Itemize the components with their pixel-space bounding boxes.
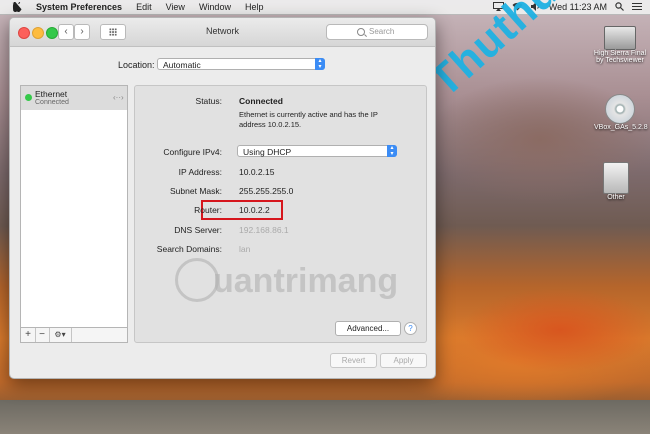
subnet-mask-value: 255.255.255.0: [239, 186, 294, 196]
status-description: Ethernet is currently active and has the…: [239, 110, 378, 129]
advanced-button[interactable]: Advanced...: [335, 321, 401, 336]
spotlight-icon[interactable]: [615, 1, 624, 13]
service-list-toolbar: + − ⚙︎▾: [20, 327, 128, 343]
watermark-quantrimang: uantrimang: [213, 262, 399, 300]
remove-service-button[interactable]: −: [35, 328, 50, 342]
app-menu[interactable]: System Preferences: [36, 2, 122, 12]
network-window: ‹ › Network Search Location: Automatic ▴…: [9, 17, 436, 379]
menu-help[interactable]: Help: [245, 2, 264, 12]
service-list: Ethernet Connected ‹··›: [20, 85, 128, 343]
hard-drive-icon: [604, 26, 636, 50]
ip-address-value: 10.0.2.15: [239, 167, 275, 177]
dvd-icon: [605, 94, 635, 124]
service-item-ethernet[interactable]: Ethernet Connected ‹··›: [21, 86, 127, 110]
dns-server-label: DNS Server:: [174, 225, 222, 235]
configure-ipv4-label: Configure IPv4:: [163, 147, 222, 157]
search-icon: [357, 28, 365, 36]
menu-view[interactable]: View: [166, 2, 185, 12]
desktop-icon-label: VBox_GAs_5.2.8: [594, 124, 648, 131]
status-label: Status:: [195, 96, 222, 106]
menu-edit[interactable]: Edit: [136, 2, 152, 12]
title-bar[interactable]: ‹ › Network Search: [10, 18, 435, 47]
notification-center-icon[interactable]: [632, 2, 642, 13]
ip-address-label: IP Address:: [178, 167, 222, 177]
search-placeholder: Search: [369, 27, 395, 36]
desktop-icon-label: High Sierra Final by Techsviewer: [593, 50, 647, 64]
desktop-lake: [0, 400, 650, 434]
service-name: Ethernet: [35, 89, 68, 99]
desktop-icon-other[interactable]: Other: [596, 162, 636, 201]
select-arrows-icon: ▴ ▾: [387, 145, 397, 157]
menu-window[interactable]: Window: [199, 2, 231, 12]
revert-button[interactable]: Revert: [330, 353, 377, 368]
desktop-icon-vbox[interactable]: VBox_GAs_5.2.8: [594, 94, 648, 131]
add-service-button[interactable]: +: [21, 328, 36, 342]
search-field[interactable]: Search: [326, 24, 428, 40]
location-select[interactable]: Automatic ▴ ▾: [157, 58, 325, 70]
desktop-icon-high-sierra[interactable]: High Sierra Final by Techsviewer: [592, 26, 648, 64]
apple-icon[interactable]: [12, 2, 22, 12]
gear-menu-button[interactable]: ⚙︎▾: [49, 328, 72, 342]
status-value: Connected: [239, 96, 283, 106]
location-value: Automatic: [163, 60, 201, 70]
service-status: Connected: [35, 99, 69, 106]
router-label: Router:: [194, 205, 222, 215]
network-details-panel: Status: Connected Ethernet is currently …: [134, 85, 427, 343]
select-arrows-icon: ▴ ▾: [315, 58, 325, 70]
gear-icon: ⚙︎▾: [54, 330, 66, 339]
help-button[interactable]: ?: [404, 322, 417, 335]
disk-image-icon: [603, 162, 629, 194]
location-label: Location:: [118, 60, 155, 70]
router-value: 10.0.2.2: [239, 205, 270, 215]
desktop-icon-label: Other: [607, 194, 625, 201]
search-domains-label: Search Domains:: [156, 244, 222, 254]
dns-server-value: 192.168.86.1: [239, 225, 289, 235]
search-domains-value: lan: [239, 244, 251, 254]
status-dot-icon: [25, 94, 32, 101]
apply-button[interactable]: Apply: [380, 353, 427, 368]
subnet-mask-label: Subnet Mask:: [170, 186, 222, 196]
ethernet-icon: ‹··›: [113, 93, 124, 102]
configure-ipv4-select[interactable]: Using DHCP ▴ ▾: [237, 145, 397, 157]
configure-ipv4-value: Using DHCP: [243, 147, 292, 157]
